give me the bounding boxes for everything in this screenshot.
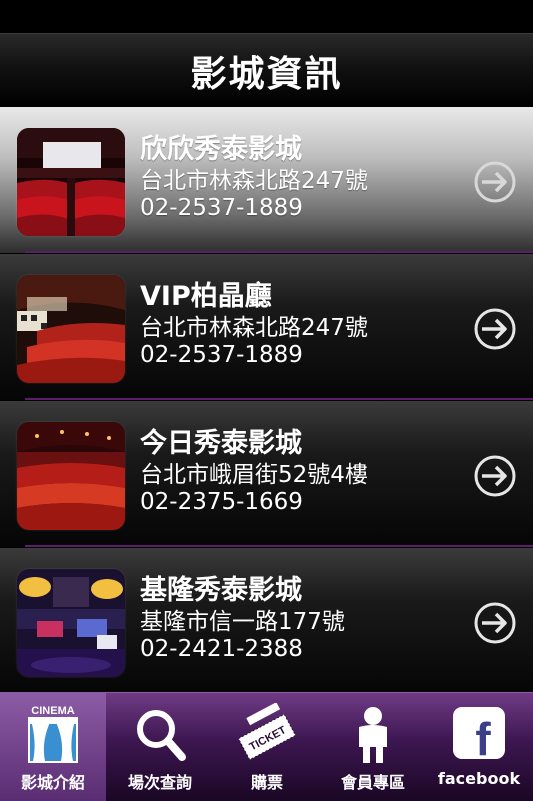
cinema-row-1[interactable]: 欣欣秀泰影城 台北市林森北路247號 02-2537-1889 [0, 107, 533, 253]
tab-label: facebook [437, 769, 521, 788]
tab-label: 影城介紹 [20, 773, 85, 792]
member-icon [343, 703, 403, 765]
cinema-phone[interactable]: 02-2537-1889 [140, 342, 460, 369]
page-title: 影城資訊 [190, 54, 343, 95]
nav-bar: 影城資訊 [0, 33, 533, 108]
tab-cinema-intro[interactable]: CINEMA 影城介紹 [0, 693, 106, 801]
facebook-icon-text: f [475, 713, 491, 765]
row-divider [25, 398, 533, 400]
arrow-right-icon[interactable] [474, 308, 516, 350]
row-divider [25, 251, 533, 253]
cinema-address: 台北市林森北路247號 [140, 315, 368, 341]
cinema-thumbnail [17, 128, 125, 236]
tab-showtimes[interactable]: 場次查詢 [107, 693, 213, 801]
tab-bar: CINEMA 影城介紹 場次查詢 TICKET 購票 會員專區 f facebo… [0, 692, 533, 801]
tab-buy-ticket[interactable]: TICKET 購票 [214, 693, 320, 801]
cinema-curtain-icon: CINEMA [23, 703, 83, 765]
cinema-address: 台北市峨眉街52號4樓 [140, 462, 368, 488]
cinema-name: 今日秀泰影城 [140, 428, 302, 459]
tab-label: 會員專區 [340, 773, 405, 792]
row-divider [25, 545, 533, 547]
cinema-address: 台北市林森北路247號 [140, 168, 368, 194]
cinema-row-2[interactable]: VIP柏晶廳 台北市林森北路247號 02-2537-1889 [0, 254, 533, 400]
cinema-thumbnail [17, 422, 125, 530]
cinema-phone[interactable]: 02-2421-2388 [140, 636, 460, 663]
status-bar [0, 0, 533, 33]
tab-facebook[interactable]: f facebook [426, 693, 532, 801]
arrow-right-icon[interactable] [474, 455, 516, 497]
tab-label: 購票 [250, 773, 283, 792]
arrow-right-icon[interactable] [474, 161, 516, 203]
tab-member[interactable]: 會員專區 [320, 693, 426, 801]
cinema-thumbnail [17, 569, 125, 677]
cinema-row-4[interactable]: 基隆秀泰影城 基隆市信一路177號 02-2421-2388 [0, 548, 533, 694]
cinema-name: 欣欣秀泰影城 [140, 134, 302, 165]
tab-label: 場次查詢 [127, 773, 192, 792]
cinema-phone[interactable]: 02-2537-1889 [140, 195, 460, 222]
ticket-icon: TICKET [237, 703, 297, 765]
cinema-name: 基隆秀泰影城 [140, 575, 302, 606]
cinema-thumbnail [17, 275, 125, 383]
magnifier-icon [130, 703, 190, 765]
arrow-right-icon[interactable] [474, 602, 516, 644]
facebook-icon: f [449, 703, 509, 765]
cinema-address: 基隆市信一路177號 [140, 609, 345, 635]
cinema-icon-text: CINEMA [31, 705, 74, 717]
cinema-list: 欣欣秀泰影城 台北市林森北路247號 02-2537-1889 VIP柏晶廳 台… [0, 107, 533, 694]
cinema-row-3[interactable]: 今日秀泰影城 台北市峨眉街52號4樓 02-2375-1669 [0, 401, 533, 547]
cinema-name: VIP柏晶廳 [140, 281, 272, 312]
cinema-phone[interactable]: 02-2375-1669 [140, 489, 460, 516]
